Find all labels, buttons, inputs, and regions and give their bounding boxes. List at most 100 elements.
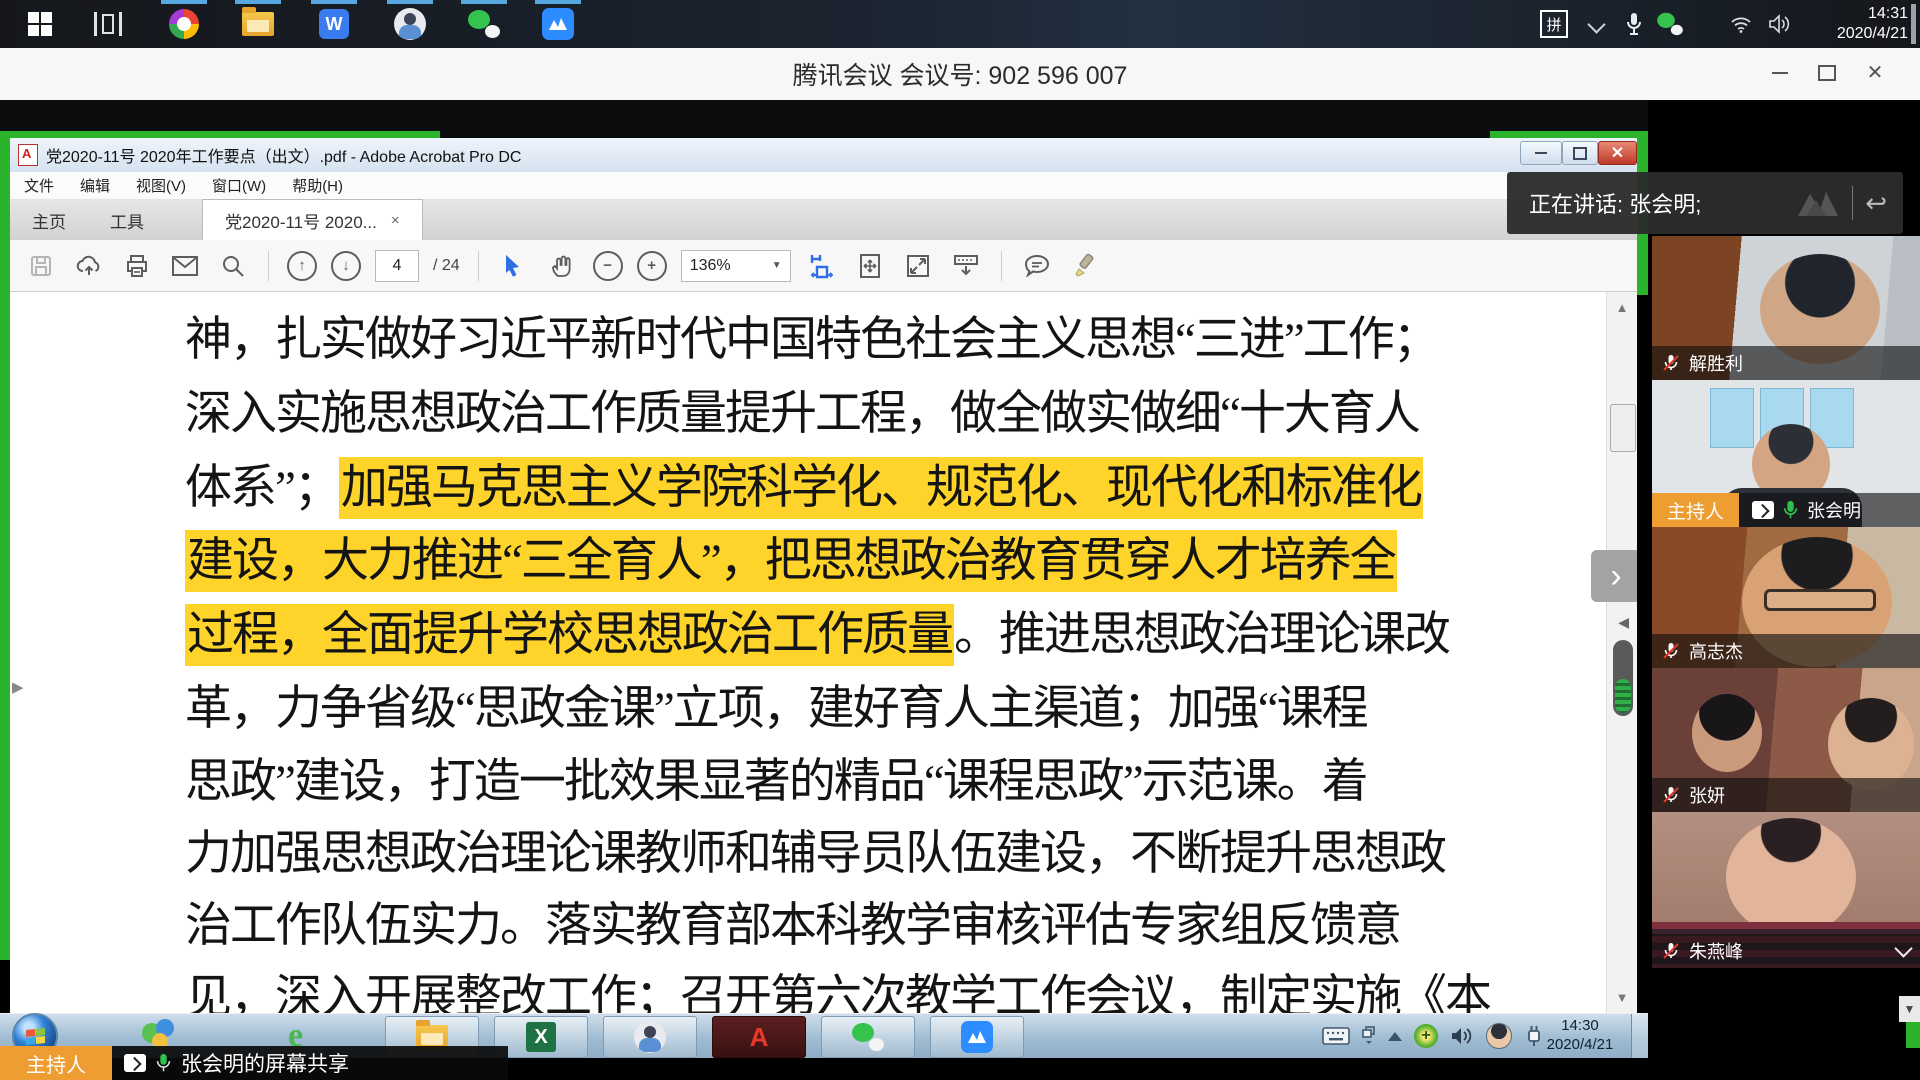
speaker-icon (1768, 14, 1792, 34)
menu-help[interactable]: 帮助(H) (292, 175, 343, 196)
doc-line: 神，扎实做好习近平新时代中国特色社会主义思想“三进”工作； (185, 300, 1455, 369)
hand-tool-button[interactable] (545, 249, 579, 283)
tab-close-icon[interactable]: × (391, 212, 400, 229)
running-indicator (387, 0, 433, 4)
language-bar-icon[interactable] (1362, 1026, 1376, 1046)
video-tile[interactable]: 张妍 (1652, 668, 1920, 812)
tab-tools[interactable]: 工具 (88, 200, 166, 240)
show-desktop-button[interactable] (1631, 1014, 1648, 1058)
fit-page-button[interactable] (853, 249, 887, 283)
tray-mic-button[interactable] (1616, 0, 1652, 48)
highlighter-button[interactable] (1068, 249, 1102, 283)
taskbar-meeting-button[interactable] (526, 0, 590, 48)
taskbar-contacts-button[interactable] (603, 1016, 697, 1058)
scrollbar-thumb[interactable] (1610, 404, 1636, 452)
shared-taskbar-clock[interactable]: 14:30 2020/4/21 (1530, 1016, 1630, 1054)
participant-video (1828, 698, 1914, 790)
start-button[interactable] (8, 0, 72, 48)
acrobat-titlebar[interactable]: 党2020-11号 2020年工作要点（出文）.pdf - Adobe Acro… (10, 138, 1637, 172)
zoom-in-button[interactable]: + (637, 251, 667, 281)
volume-icon[interactable] (1450, 1026, 1474, 1046)
meeting-titlebar: 腾讯会议 会议号: 902 596 007 ✕ (0, 48, 1920, 101)
save-button[interactable] (24, 249, 58, 283)
menu-file[interactable]: 文件 (24, 175, 54, 196)
ime-indicator[interactable]: 拼 (1534, 0, 1574, 48)
video-tile[interactable]: 高志杰 (1652, 527, 1920, 668)
doc-line: 力加强思想政治理论课教师和辅导员队伍建设，不断提升思想政 (185, 814, 1455, 883)
tray-volume-button[interactable] (1760, 0, 1800, 48)
task-view-button[interactable] (76, 0, 140, 48)
fullscreen-button[interactable] (901, 249, 935, 283)
menu-view[interactable]: 视图(V) (136, 175, 186, 196)
mic-active-icon (156, 1053, 171, 1073)
hidden-icons-arrow[interactable] (1388, 1032, 1402, 1041)
meeting-minimize-button[interactable] (1763, 58, 1797, 88)
email-button[interactable] (168, 249, 202, 283)
comment-button[interactable] (1020, 249, 1054, 283)
antivirus-shield-icon[interactable]: + (1414, 1024, 1438, 1048)
taskbar-wechat-button[interactable] (452, 0, 516, 48)
banner-divider (1852, 186, 1853, 220)
menu-window[interactable]: 窗口(W) (212, 175, 266, 196)
back-to-meeting-icon[interactable]: ↩ (1865, 188, 1887, 219)
taskbar-excel-button[interactable]: X (494, 1016, 588, 1058)
next-page-button[interactable]: ↓ (331, 251, 361, 281)
page-number-input[interactable]: 4 (375, 250, 419, 282)
pdf-file-icon (18, 144, 38, 166)
tray-wechat-button[interactable] (1648, 0, 1692, 48)
tab-document[interactable]: 党2020-11号 2020... × (202, 199, 423, 240)
video-tile[interactable]: 主持人 张会明 (1652, 380, 1920, 527)
speaking-banner-text: 正在讲话: 张会明; (1529, 187, 1701, 219)
taskbar-browser-button[interactable] (152, 0, 216, 48)
menu-edit[interactable]: 编辑 (80, 175, 110, 196)
zoom-out-button[interactable]: − (593, 251, 623, 281)
previous-page-button[interactable]: ↑ (287, 251, 317, 281)
print-button[interactable] (120, 249, 154, 283)
show-desktop-button[interactable] (1911, 4, 1916, 44)
left-panel-expand-icon[interactable]: ▶ (12, 678, 24, 696)
running-indicator (235, 0, 281, 4)
acrobat-minimize-button[interactable] (1520, 141, 1562, 165)
minimize-icon (1772, 72, 1788, 74)
wechat-tray-icon (1657, 13, 1683, 35)
tencent-meeting-logo-icon (1796, 188, 1840, 218)
zoom-level-select[interactable]: 136%▼ (681, 250, 791, 282)
task-view-icon (94, 12, 122, 36)
taskbar-clock[interactable]: 14:31 2020/4/21 (1804, 4, 1908, 44)
tab-home[interactable]: 主页 (10, 200, 88, 240)
next-page-overlay-button[interactable]: › (1591, 550, 1637, 602)
windows-logo-icon (28, 12, 52, 36)
taskbar-meeting-button[interactable] (930, 1016, 1024, 1058)
tencent-meeting-icon (542, 8, 574, 40)
search-button[interactable] (216, 249, 250, 283)
tray-network-button[interactable] (1722, 0, 1760, 48)
toolbar-download-button[interactable] (949, 249, 983, 283)
taskbar-acrobat-button-active[interactable]: A (712, 1016, 806, 1058)
collapse-video-icon[interactable] (1894, 939, 1912, 957)
participant-name: 高志杰 (1689, 638, 1743, 664)
share-upload-button[interactable] (72, 249, 106, 283)
video-tile[interactable]: 解胜利 (1652, 236, 1920, 380)
scroll-down-icon[interactable]: ▼ (1607, 990, 1637, 1005)
acrobat-restore-button[interactable] (1562, 141, 1598, 165)
collapse-left-icon[interactable]: ◀ (1618, 614, 1629, 631)
taskbar-wechat-button[interactable] (821, 1016, 915, 1058)
mic-muted-icon (1662, 786, 1680, 804)
tray-expand-button[interactable] (1578, 0, 1614, 48)
edge-scroll-down-button[interactable]: ▼ (1899, 996, 1920, 1022)
pdf-document-page[interactable]: 神，扎实做好习近平新时代中国特色社会主义思想“三进”工作； 深入实施思想政治工作… (10, 292, 1637, 1013)
taskbar-explorer-button[interactable] (226, 0, 290, 48)
meeting-close-button[interactable]: ✕ (1858, 58, 1892, 88)
meeting-maximize-button[interactable] (1810, 58, 1844, 88)
acrobat-close-button[interactable]: ✕ (1598, 141, 1637, 165)
taskbar-wps-button[interactable]: W (302, 0, 366, 48)
qq-avatar-icon[interactable] (1486, 1023, 1512, 1049)
taskbar-contacts-button[interactable] (378, 0, 442, 48)
mic-active-icon (1783, 500, 1798, 520)
scrolling-mode-button[interactable] (805, 249, 839, 283)
close-icon: ✕ (1867, 63, 1884, 83)
select-tool-button[interactable] (497, 249, 531, 283)
video-tile[interactable]: 朱燕峰 (1652, 812, 1920, 968)
keyboard-icon[interactable] (1322, 1027, 1350, 1045)
scroll-up-icon[interactable]: ▲ (1607, 300, 1637, 315)
